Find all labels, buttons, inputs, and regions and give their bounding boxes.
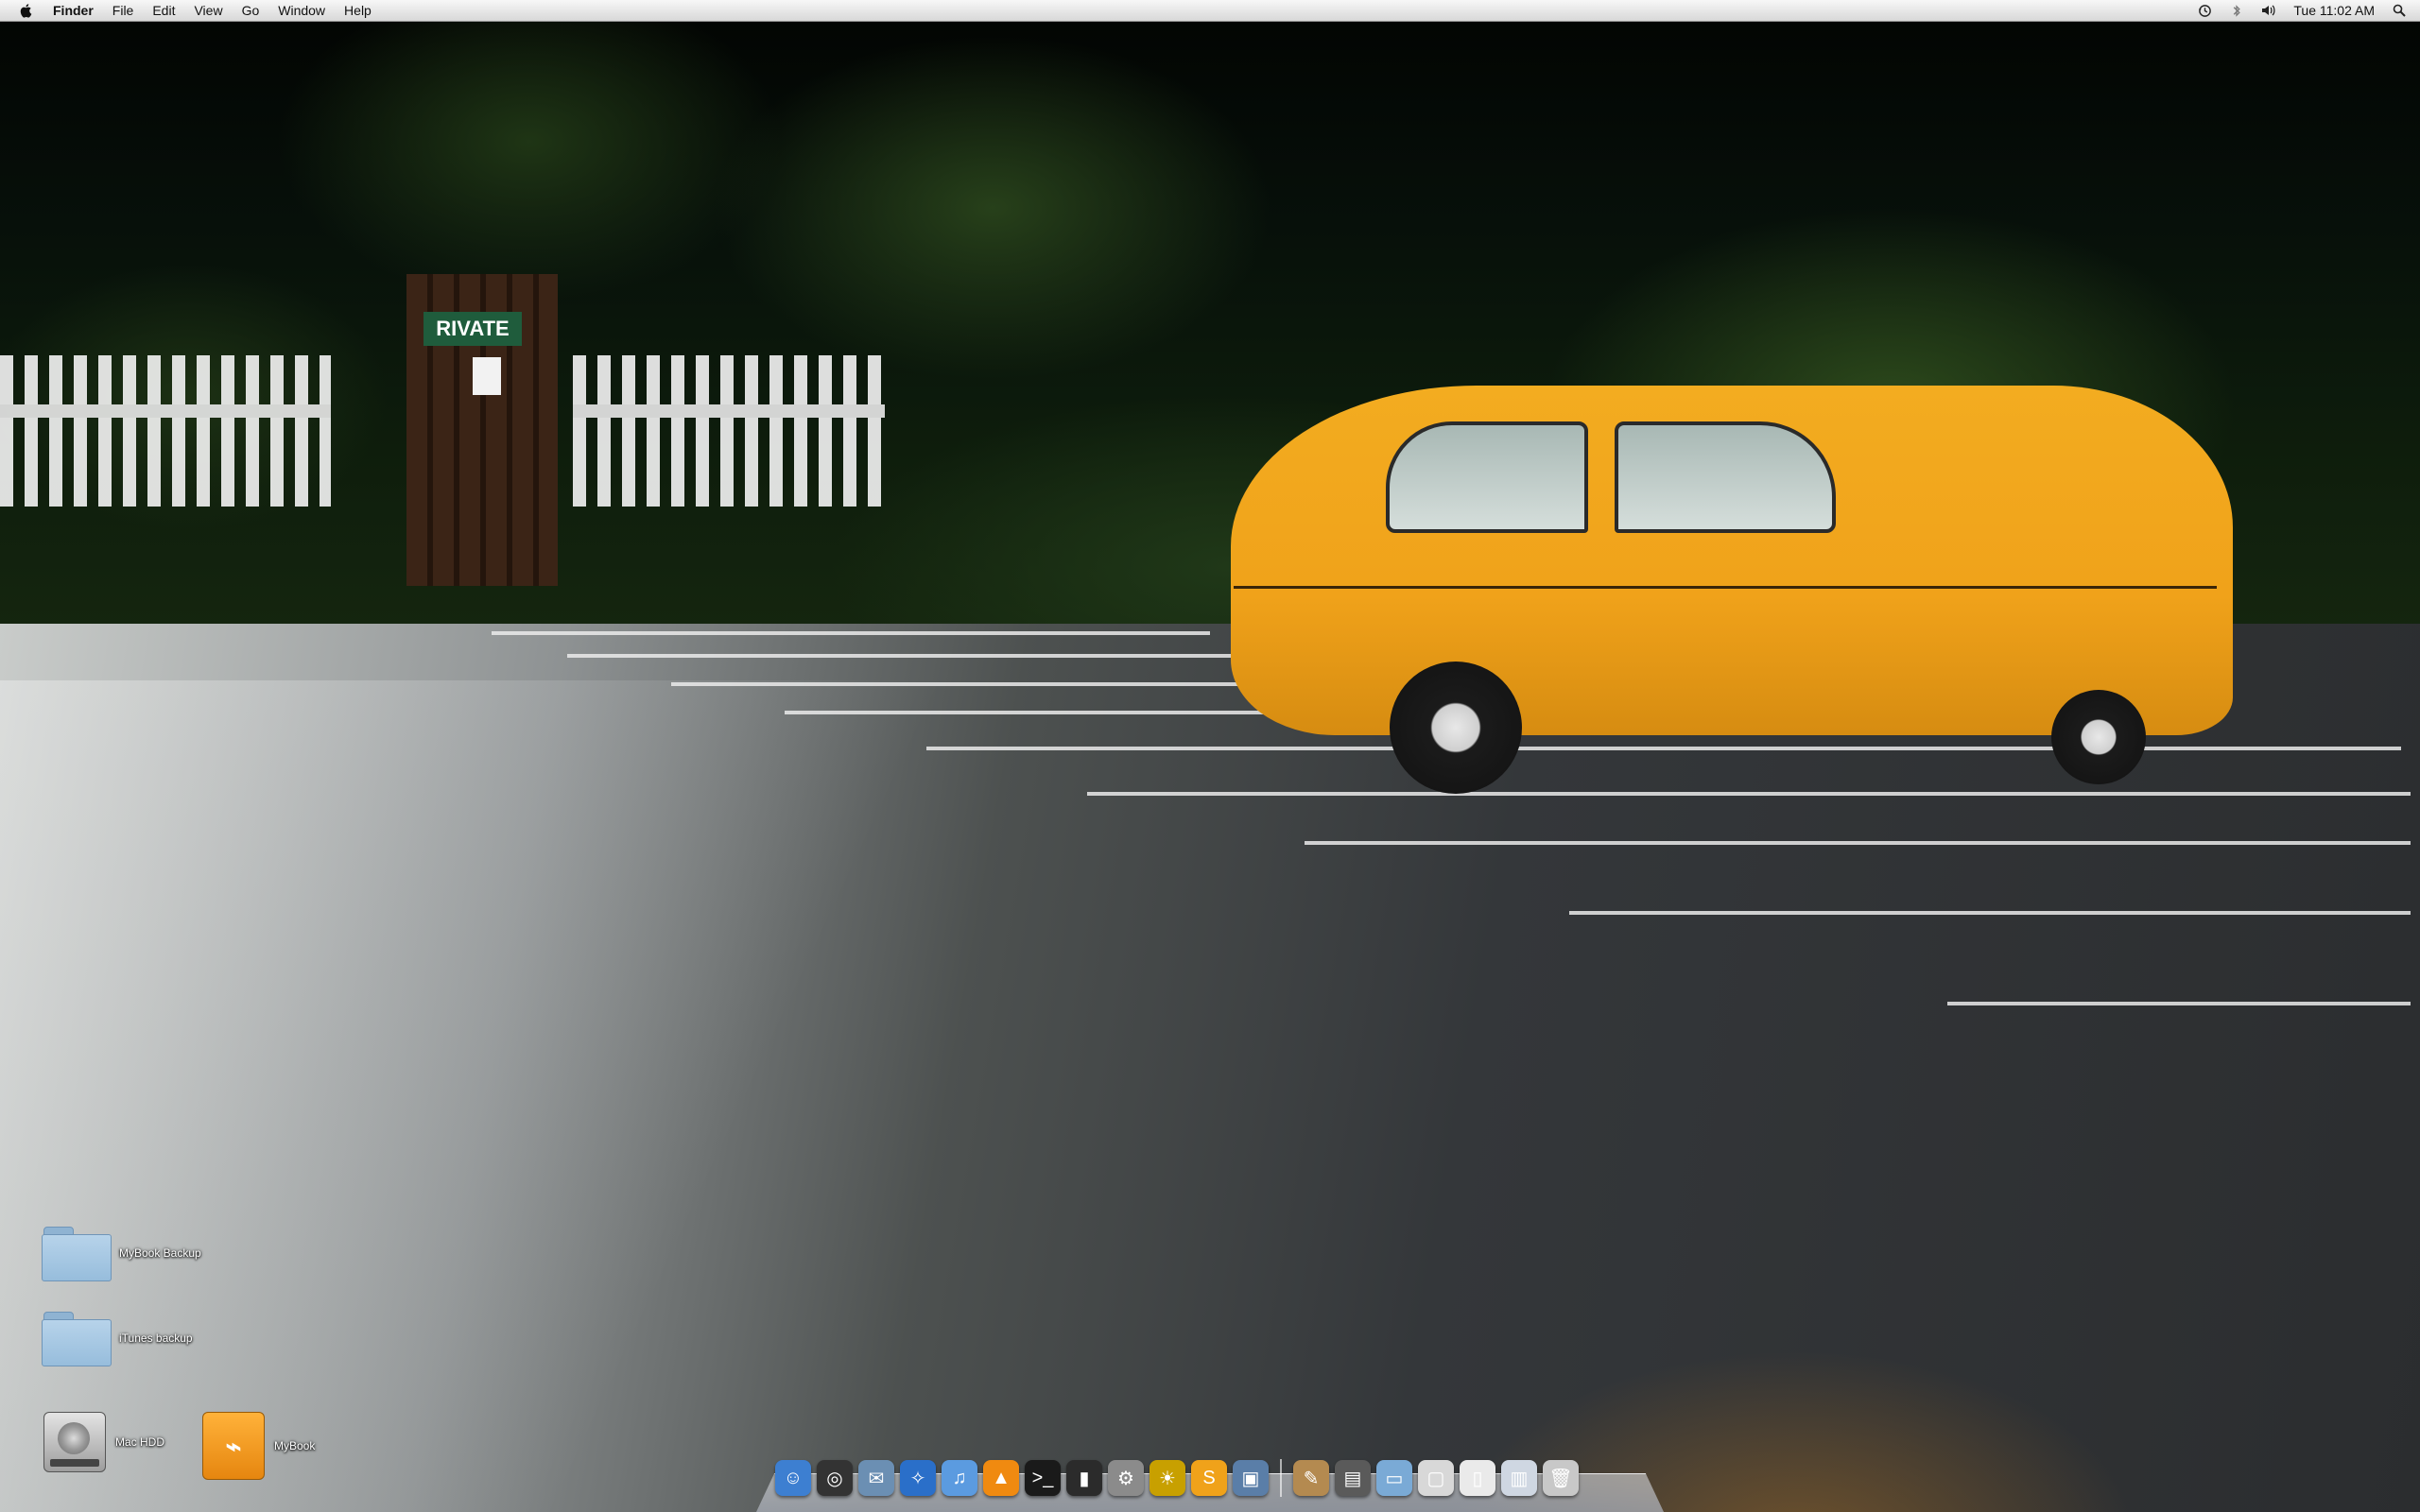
parking-line <box>1087 792 2411 796</box>
system-preferences-icon[interactable]: ⚙ <box>1108 1460 1144 1496</box>
bluetooth-icon[interactable] <box>2229 3 2244 18</box>
menu-bar: Finder File Edit View Go Window Help Tue… <box>0 0 2420 22</box>
car-side-stripe <box>1234 586 2217 589</box>
volume-icon[interactable] <box>2261 3 2276 18</box>
dashboard-icon[interactable]: ◎ <box>817 1460 853 1496</box>
car-front-wheel <box>2051 690 2146 784</box>
parking-line <box>926 747 2401 750</box>
iphoto-icon[interactable]: ▣ <box>1233 1460 1269 1496</box>
spotlight-icon[interactable] <box>2392 3 2407 18</box>
menu-view[interactable]: View <box>184 0 232 21</box>
itunes-icon[interactable]: ♫ <box>942 1460 977 1496</box>
car-rear-wheel <box>1390 662 1522 794</box>
disk-image-icon[interactable]: ▢ <box>1418 1460 1454 1496</box>
desktop-item-mybook[interactable]: ⌁ MyBook <box>202 1412 315 1480</box>
desktop-item-mybook-backup[interactable]: MyBook Backup <box>42 1227 201 1281</box>
document-icon[interactable]: ▯ <box>1460 1460 1495 1496</box>
white-picket-fence-right <box>573 355 885 507</box>
vlc-icon[interactable]: ▲ <box>983 1460 1019 1496</box>
script-icon[interactable]: ✎ <box>1293 1460 1329 1496</box>
sun-app-icon[interactable]: ☀ <box>1150 1460 1185 1496</box>
dock-items: ☺ ◎ ✉ ✧ ♫ ▲ >_ ▮ ⚙ ☀ S ▣ ✎ ▤ ▭ ▢ ▯ ▥ 🗑 <box>775 1453 1645 1503</box>
gate-notice <box>473 357 501 395</box>
mail-icon[interactable]: ✉ <box>858 1460 894 1496</box>
downloads-stack-icon[interactable]: ▥ <box>1501 1460 1537 1496</box>
car-front-window <box>1615 421 1836 533</box>
finder-icon[interactable]: ☺ <box>775 1460 811 1496</box>
apple-icon[interactable] <box>19 3 34 18</box>
menu-edit[interactable]: Edit <box>143 0 184 21</box>
menu-extras: Tue 11:02 AM <box>2197 0 2407 21</box>
menu-file[interactable]: File <box>103 0 144 21</box>
desktop-item-label: Mac HDD <box>115 1435 165 1449</box>
desktop-item-label: MyBook <box>274 1439 316 1452</box>
pages-icon[interactable]: ▮ <box>1066 1460 1102 1496</box>
desktop-item-itunes-backup[interactable]: iTunes backup <box>42 1312 193 1366</box>
menu-clock[interactable]: Tue 11:02 AM <box>2293 3 2375 18</box>
safari-icon[interactable]: ✧ <box>900 1460 936 1496</box>
hard-drive-icon <box>43 1412 106 1472</box>
parking-line <box>1947 1002 2411 1005</box>
parking-line <box>1305 841 2411 845</box>
menu-go[interactable]: Go <box>233 0 269 21</box>
parking-line <box>567 654 1248 658</box>
desktop-item-label: MyBook Backup <box>119 1246 201 1260</box>
menu-window[interactable]: Window <box>268 0 335 21</box>
car-rear-window <box>1386 421 1588 533</box>
dock: ☺ ◎ ✉ ✧ ♫ ▲ >_ ▮ ⚙ ☀ S ▣ ✎ ▤ ▭ ▢ ▯ ▥ 🗑 <box>756 1448 1664 1512</box>
preview-icon[interactable]: ▤ <box>1335 1460 1371 1496</box>
private-sign: RIVATE <box>424 312 522 346</box>
parking-line <box>492 631 1210 635</box>
dock-separator <box>1280 1459 1282 1497</box>
desktop-item-label: iTunes backup <box>119 1332 193 1345</box>
menu-finder[interactable]: Finder <box>51 0 103 21</box>
trash-icon[interactable]: 🗑 <box>1543 1460 1579 1496</box>
desktop-item-mac-hdd[interactable]: Mac HDD <box>43 1412 164 1472</box>
parking-line <box>671 682 1286 686</box>
firewire-drive-icon: ⌁ <box>202 1412 265 1480</box>
pavement-highlight <box>0 680 1323 1512</box>
folder-icon <box>42 1312 112 1366</box>
folder-icon <box>42 1227 112 1281</box>
white-picket-fence-left <box>0 355 331 507</box>
parking-line <box>1569 911 2411 915</box>
time-machine-icon[interactable] <box>2197 3 2212 18</box>
applications-folder-icon[interactable]: ▭ <box>1376 1460 1412 1496</box>
desktop-wallpaper: RIVATE <box>0 0 2420 1512</box>
menu-help[interactable]: Help <box>335 0 381 21</box>
sketch-app-icon[interactable]: S <box>1191 1460 1227 1496</box>
terminal-icon[interactable]: >_ <box>1025 1460 1061 1496</box>
